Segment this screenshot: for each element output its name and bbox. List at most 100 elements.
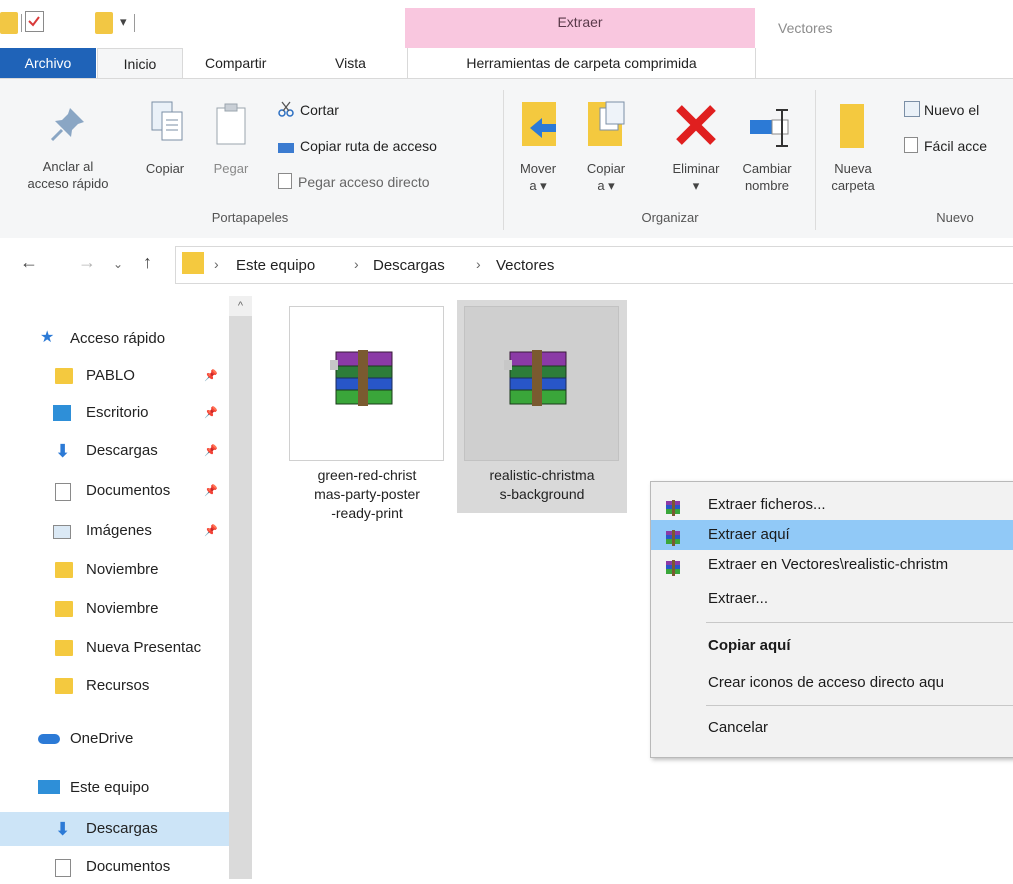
customize-qat-icon[interactable]: ▾ [120,14,127,30]
cut-button[interactable]: Cortar [278,100,339,120]
pin-label-line1: Anclar al [42,159,94,174]
computer-icon [38,780,60,794]
nav-item-recursos[interactable]: Recursos [0,669,229,703]
menu-item-label: Copiar aquí [708,637,791,654]
tab-inicio[interactable]: Inicio [97,48,183,80]
breadcrumb-chevron-icon[interactable]: › [214,256,219,272]
recent-locations-chevron-icon[interactable]: ⌄ [113,257,123,271]
easy-access-button[interactable]: Fácil acce [904,136,987,156]
pin-icon[interactable]: 📌 [204,514,218,548]
folder-icon [55,678,73,694]
menu-item-label: Crear iconos de acceso directo aqu [708,674,944,691]
menu-item-extraer-en-vectores[interactable]: Extraer en Vectores\realistic-christm [651,550,1013,580]
breadcrumb-descargas[interactable]: Descargas [373,257,445,274]
nav-item-documentos[interactable]: Documentos 📌 [0,474,229,508]
menu-item-copiar-aqui[interactable]: Copiar aquí [651,631,1013,661]
move-label-line2: a ▾ [529,178,547,193]
tab-compartir[interactable]: Compartir [205,48,266,78]
scroll-up-icon[interactable]: ^ [229,296,252,316]
pin-icon[interactable]: 📌 [204,474,218,508]
nav-label: Documentos [86,482,171,499]
delete-button[interactable]: Eliminar ▾ [664,160,728,194]
back-arrow-icon[interactable]: ← [20,252,38,273]
winrar-archive-icon [328,348,400,411]
copy-button[interactable]: Copiar [140,160,190,177]
ribbon-separator [503,90,504,230]
folder-icon [55,601,73,617]
file-name[interactable]: realistic-christma s-background [460,466,624,504]
menu-separator [706,622,1013,623]
window-title: Vectores [778,20,833,36]
nav-item-imagenes[interactable]: Imágenes 📌 [0,514,229,548]
new-folder-button[interactable]: Nueva carpeta [822,160,884,194]
cloud-icon [38,734,60,744]
file-name-line: s-background [499,486,585,502]
scissors-icon [278,101,294,117]
nav-label: PABLO [86,367,135,384]
file-name[interactable]: green-red-christ mas-party-poster -ready… [292,466,442,523]
pin-icon[interactable]: 📌 [204,434,218,468]
forward-arrow-icon[interactable]: → [78,252,96,273]
download-icon: ⬇ [55,819,71,839]
winrar-icon [665,557,681,580]
menu-item-label: Extraer aquí [708,526,790,543]
nav-sub-descargas[interactable]: ⬇ Descargas [0,812,229,846]
breadcrumb-chevron-icon[interactable]: › [354,256,359,272]
nav-este-equipo[interactable]: Este equipo [0,771,229,805]
up-arrow-icon[interactable]: ↑ [143,252,152,273]
nav-item-nueva-presentacion[interactable]: Nueva Presentac [0,631,229,665]
nav-label: Noviembre [86,600,159,617]
desktop-icon [53,405,71,421]
folder-icon [182,252,204,274]
folder-icon [55,640,73,656]
nav-item-escritorio[interactable]: Escritorio 📌 [0,396,229,430]
tab-vista[interactable]: Vista [335,48,366,78]
delete-label-line2: ▾ [692,178,700,193]
nav-item-noviembre[interactable]: Noviembre [0,553,229,587]
nav-item-pablo[interactable]: PABLO 📌 [0,359,229,393]
breadcrumb-vectores[interactable]: Vectores [496,257,554,274]
copy-to-label-line1: Copiar [586,161,626,176]
new-folder-icon[interactable] [95,12,113,34]
contextual-tab-title: Extraer [557,14,603,30]
rename-button[interactable]: Cambiar nombre [732,160,802,194]
copy-path-button[interactable]: Copiar ruta de acceso [278,136,437,156]
winrar-icon [665,527,681,550]
paste-shortcut-icon [278,173,292,189]
winrar-icon [665,497,681,520]
group-nuevo: Nuevo [936,210,974,225]
properties-icon[interactable] [25,11,44,32]
menu-item-extraer[interactable]: Extraer... [651,584,1013,614]
copy-icon [150,100,186,147]
menu-item-extraer-aqui[interactable]: Extraer aquí [651,520,1013,550]
menu-item-label: Extraer en Vectores\realistic-christm [708,556,949,573]
nav-item-noviembre-2[interactable]: Noviembre [0,592,229,626]
menu-item-extraer-ficheros[interactable]: Extraer ficheros... [651,490,1013,520]
paste-shortcut-button[interactable]: Pegar acceso directo [278,172,430,192]
menu-item-cancelar[interactable]: Cancelar [651,713,1013,743]
delete-icon [675,104,717,149]
nav-onedrive[interactable]: OneDrive [0,722,229,756]
copy-to-button[interactable]: Copiar a ▾ [578,160,634,194]
pin-quick-access-button[interactable]: Anclar al acceso rápido [0,158,136,192]
group-portapapeles: Portapapeles [211,210,289,225]
breadcrumb-chevron-icon[interactable]: › [476,256,481,272]
nav-acceso-rapido[interactable]: ★ Acceso rápido [0,322,229,356]
nav-label: Recursos [86,677,150,694]
paste-button[interactable]: Pegar [204,160,258,177]
pin-icon[interactable]: 📌 [204,359,218,393]
menu-item-crear-iconos[interactable]: Crear iconos de acceso directo aqu [651,668,1013,698]
rename-icon [748,108,796,151]
nav-label: Escritorio [86,404,149,421]
new-item-button[interactable]: Nuevo el [904,100,979,120]
rename-label-line1: Cambiar [742,161,792,176]
winrar-archive-icon [502,348,574,411]
tab-archivo[interactable]: Archivo [0,48,96,78]
nav-item-descargas[interactable]: ⬇ Descargas 📌 [0,434,229,468]
tab-herramientas-carpeta-comprimida[interactable]: Herramientas de carpeta comprimida [407,48,756,78]
breadcrumb-este-equipo[interactable]: Este equipo [236,257,315,274]
move-to-button[interactable]: Mover a ▾ [512,160,564,194]
pictures-icon [53,525,71,539]
pin-icon[interactable]: 📌 [204,396,218,430]
navigation-scrollbar[interactable] [229,296,252,879]
